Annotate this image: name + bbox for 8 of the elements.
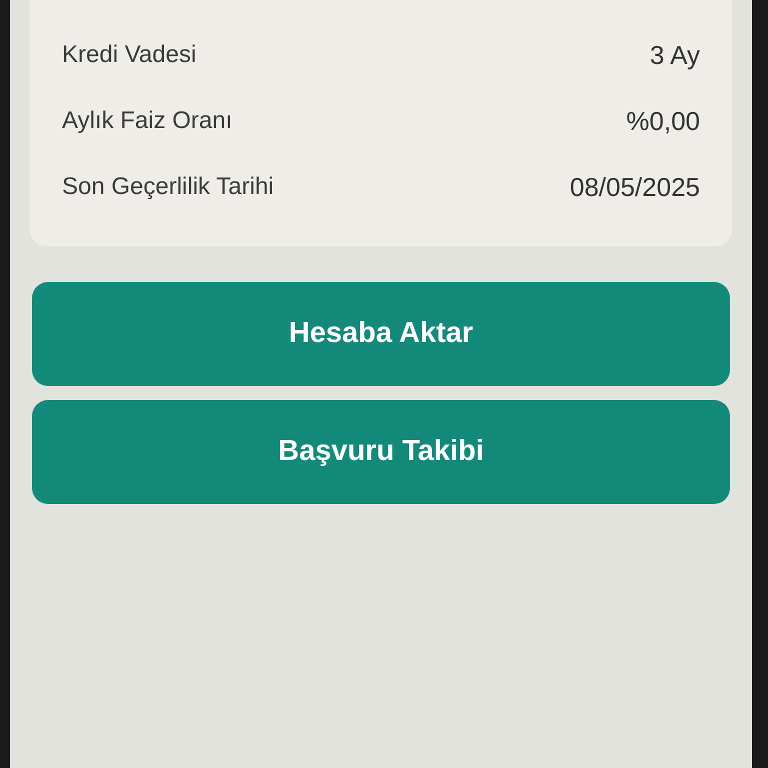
detail-value: %0,00 [626, 104, 700, 138]
detail-value: 3 Ay [650, 38, 700, 72]
detail-label: Son Geçerlilik Tarihi [62, 172, 274, 202]
detail-label: Aylık Faiz Oranı [62, 106, 232, 136]
detail-label: Kredi Vadesi [62, 40, 196, 70]
action-button[interactable]: Başvuru Takibi [32, 400, 730, 504]
detail-value: 08/05/2025 [570, 170, 700, 204]
action-button[interactable]: Hesaba Aktar [32, 282, 730, 386]
